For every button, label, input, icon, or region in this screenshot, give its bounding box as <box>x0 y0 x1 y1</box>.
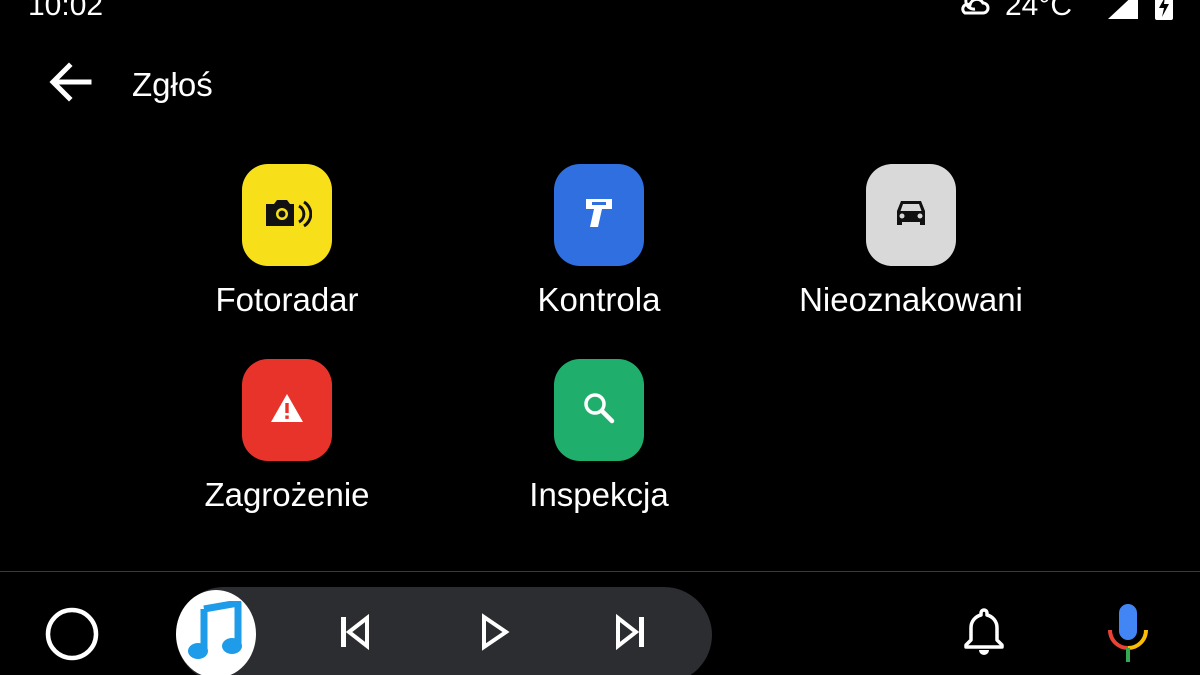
tile-icon-background <box>554 359 644 461</box>
status-time: 10:02 <box>28 0 104 22</box>
bell-icon <box>958 608 1010 664</box>
tile-icon-background <box>242 164 332 266</box>
arrow-back-icon <box>47 59 93 110</box>
tile-icon-background <box>242 359 332 461</box>
tile-icon-background <box>866 164 956 266</box>
skip-next-icon <box>610 612 650 657</box>
android-auto-screen: 10:02 24°C Zgłoś Fotoradar Kontrola Nieo… <box>0 0 1200 675</box>
warning-icon <box>269 392 305 429</box>
previous-track-button[interactable] <box>329 608 381 660</box>
tile-nieoznakowani[interactable]: Nieoznakowani <box>761 164 1061 334</box>
signal-icon <box>1106 0 1140 21</box>
tile-zagrozenie[interactable]: Zagrożenie <box>137 359 437 529</box>
notifications-button[interactable] <box>958 604 1010 660</box>
home-circle-icon <box>44 607 100 666</box>
radar-gun-icon <box>582 195 616 236</box>
assistant-button[interactable] <box>1104 600 1152 668</box>
page-title: Zgłoś <box>132 66 213 103</box>
tile-label: Zagrożenie <box>204 476 370 513</box>
tile-label: Nieoznakowani <box>799 281 1023 318</box>
microphone-icon <box>1104 604 1152 672</box>
tile-label: Fotoradar <box>215 281 359 318</box>
play-icon <box>474 612 514 657</box>
car-icon <box>893 197 929 234</box>
battery-charging-icon <box>1154 0 1174 21</box>
status-bar-right: 24°C <box>957 0 1174 26</box>
back-button[interactable] <box>44 58 96 110</box>
home-button[interactable] <box>44 606 100 662</box>
search-icon <box>582 391 616 430</box>
tile-fotoradar[interactable]: Fotoradar <box>137 164 437 334</box>
skip-previous-icon <box>335 612 375 657</box>
nav-divider <box>0 571 1200 572</box>
tile-label: Kontrola <box>537 281 661 318</box>
tile-icon-background <box>554 164 644 266</box>
speed-camera-icon <box>262 196 313 235</box>
tile-kontrola[interactable]: Kontrola <box>449 164 749 334</box>
play-button[interactable] <box>468 608 520 660</box>
next-track-button[interactable] <box>604 608 656 660</box>
cloudy-night-icon <box>957 0 991 21</box>
music-note-icon <box>188 599 244 668</box>
status-temperature: 24°C <box>1004 0 1072 22</box>
tile-inspekcja[interactable]: Inspekcja <box>449 359 749 529</box>
media-app-button[interactable] <box>176 590 256 675</box>
tile-label: Inspekcja <box>529 476 669 513</box>
